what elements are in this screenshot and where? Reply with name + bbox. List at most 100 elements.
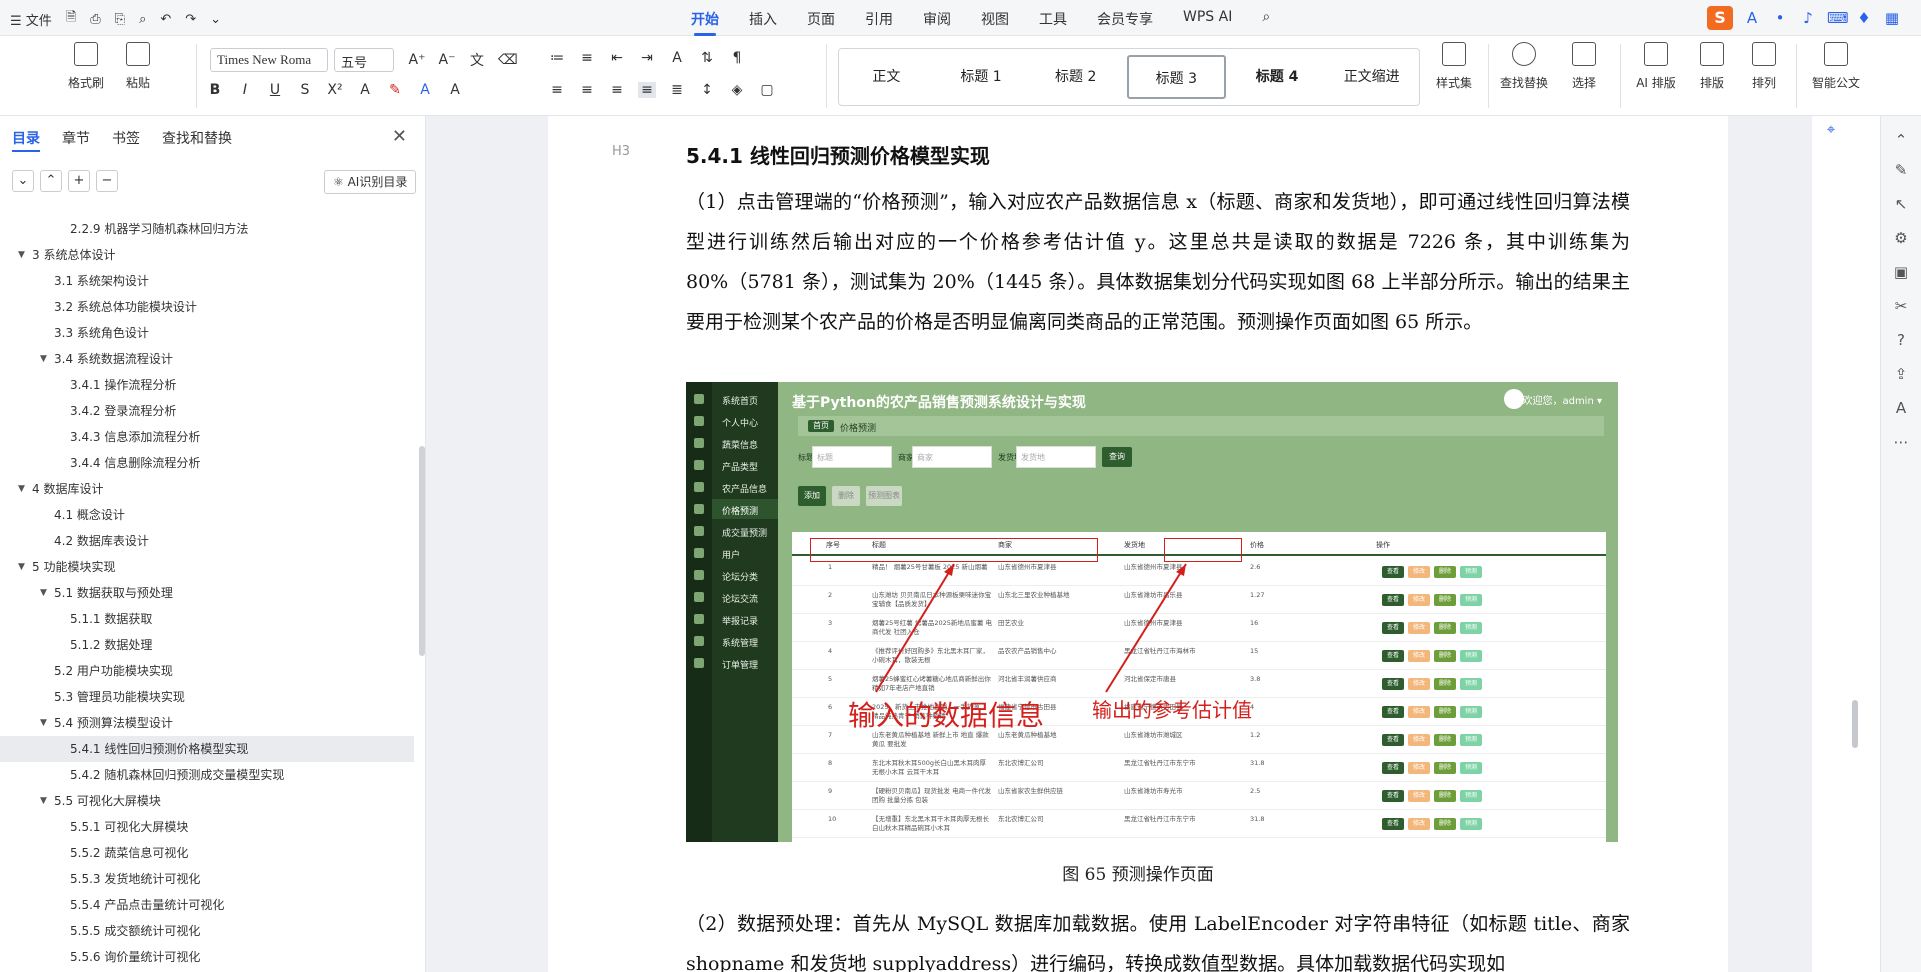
- toc-item[interactable]: 4.1 概念设计: [0, 502, 414, 528]
- undo-icon[interactable]: ↶: [160, 12, 171, 27]
- tab-3[interactable]: 引用: [850, 9, 908, 29]
- toc-item[interactable]: 3.4.1 操作流程分析: [0, 372, 414, 398]
- tools-icon[interactable]: ✂: [1891, 296, 1911, 316]
- toc-item[interactable]: ▼ 4 数据库设计: [0, 476, 414, 502]
- chinese-layout-icon[interactable]: A: [668, 50, 686, 66]
- tab-1[interactable]: 插入: [734, 9, 792, 29]
- find-replace-button[interactable]: 查找替换: [1496, 42, 1552, 91]
- chinese-input-icon[interactable]: A: [1743, 9, 1761, 27]
- figure-screenshot[interactable]: 系统首页 个人中心 蔬菜信息 产品类型 农产品信息 价格预测 成交量预测 用户 论坛分类 论坛交流…: [686, 382, 1618, 842]
- close-icon[interactable]: ✕: [392, 126, 407, 147]
- toc-toggle-icon[interactable]: ▼: [18, 476, 25, 502]
- border-icon[interactable]: ▢: [758, 82, 776, 98]
- toc-item[interactable]: 5.2 用户功能模块实现: [0, 658, 414, 684]
- bold-icon[interactable]: B: [206, 82, 224, 98]
- collapse-icon[interactable]: ⌄: [12, 170, 34, 192]
- translate-icon[interactable]: A: [1891, 398, 1911, 418]
- style-item-3[interactable]: 标题 3: [1127, 55, 1226, 99]
- microphone-icon[interactable]: ♪: [1799, 9, 1817, 27]
- tab-5[interactable]: 视图: [966, 9, 1024, 29]
- toc-item[interactable]: ▼ 5.4 预测算法模型设计: [0, 710, 414, 736]
- font-size-select[interactable]: 五号: [334, 48, 394, 72]
- chevron-down-icon[interactable]: ⌄: [210, 12, 221, 27]
- char-shading-icon[interactable]: A: [446, 82, 464, 98]
- toc-item[interactable]: 3.4.2 登录流程分析: [0, 398, 414, 424]
- toc-item[interactable]: 5.5.1 可视化大屏模块: [0, 814, 414, 840]
- toc-item[interactable]: 5.5.4 产品点击量统计可视化: [0, 892, 414, 918]
- justify-icon[interactable]: ≡: [638, 82, 656, 98]
- toc-toggle-icon[interactable]: ▼: [18, 242, 25, 268]
- punctuation-icon[interactable]: •: [1771, 9, 1789, 27]
- paragraph-1[interactable]: （1）点击管理端的“价格预测”，输入对应农产品数据信息 x（标题、商家和发货地）…: [686, 182, 1630, 342]
- toc-item[interactable]: 5.5.3 发货地统计可视化: [0, 866, 414, 892]
- toc-toggle-icon[interactable]: ▼: [40, 346, 47, 372]
- toc-item[interactable]: 5.3 管理员功能模块实现: [0, 684, 414, 710]
- add-icon[interactable]: +: [68, 170, 90, 192]
- tab-0[interactable]: 开始: [676, 9, 734, 36]
- keyboard-icon[interactable]: ⌨: [1827, 9, 1849, 27]
- toc-item[interactable]: 2.2.9 机器学习随机森林回归方法: [0, 216, 414, 242]
- tab-7[interactable]: 会员专享: [1082, 9, 1168, 29]
- tab-6[interactable]: 工具: [1024, 9, 1082, 29]
- edit-icon[interactable]: ✎: [1891, 160, 1911, 180]
- style-item-0[interactable]: 正文: [839, 55, 934, 99]
- highlight-icon[interactable]: ✎: [386, 82, 404, 98]
- sogou-ime-icon[interactable]: S: [1707, 6, 1733, 30]
- align-center-icon[interactable]: ≡: [578, 82, 596, 98]
- numbering-icon[interactable]: ≡: [578, 50, 596, 66]
- toc-item[interactable]: 3.3 系统角色设计: [0, 320, 414, 346]
- location-icon[interactable]: ⌖: [1818, 116, 1844, 142]
- style-item-5[interactable]: 正文缩进: [1324, 55, 1419, 99]
- toc-item[interactable]: 5.5.6 询价量统计可视化: [0, 944, 414, 970]
- underline-icon[interactable]: U: [266, 82, 284, 98]
- sort-icon[interactable]: ⇅: [698, 50, 716, 66]
- toc-item[interactable]: 5.1.1 数据获取: [0, 606, 414, 632]
- file-menu[interactable]: ☰ 文件: [10, 10, 52, 29]
- decrease-indent-icon[interactable]: ⇤: [608, 50, 626, 66]
- share-icon[interactable]: ⇪: [1891, 364, 1911, 384]
- tab-2[interactable]: 页面: [792, 9, 850, 29]
- toc-item[interactable]: 5.1.2 数据处理: [0, 632, 414, 658]
- grow-font-icon[interactable]: A⁺: [408, 52, 426, 68]
- shrink-font-icon[interactable]: A⁻: [438, 52, 456, 68]
- toc-item[interactable]: 3.4.3 信息添加流程分析: [0, 424, 414, 450]
- toolbox-icon[interactable]: ▦: [1883, 9, 1901, 27]
- smart-doc-button[interactable]: 智能公文: [1800, 42, 1872, 91]
- print-preview-icon[interactable]: ⌕: [139, 12, 146, 27]
- style-item-1[interactable]: 标题 1: [934, 55, 1029, 99]
- ai-layout-button[interactable]: AI 排版: [1628, 42, 1684, 91]
- toc-item[interactable]: ▼ 5 功能模块实现: [0, 554, 414, 580]
- section-heading[interactable]: 5.4.1 线性回归预测价格模型实现: [686, 140, 990, 169]
- style-item-2[interactable]: 标题 2: [1028, 55, 1123, 99]
- line-spacing-icon[interactable]: ↕: [698, 82, 716, 98]
- image-icon[interactable]: ▣: [1891, 262, 1911, 282]
- pointer-icon[interactable]: ↖: [1891, 194, 1911, 214]
- remove-icon[interactable]: −: [96, 170, 118, 192]
- redo-icon[interactable]: ↷: [185, 12, 196, 27]
- heading-marker[interactable]: H3: [612, 144, 630, 159]
- phonetic-icon[interactable]: 文: [468, 50, 486, 70]
- style-item-4[interactable]: 标题 4: [1230, 55, 1325, 99]
- strikethrough-icon[interactable]: S: [296, 82, 314, 98]
- font-color-icon[interactable]: A: [416, 82, 434, 98]
- tab-4[interactable]: 审阅: [908, 9, 966, 29]
- ai-toc-button[interactable]: ⚛ AI识别目录: [324, 170, 417, 194]
- search-icon[interactable]: ⌕: [1247, 9, 1285, 29]
- toc-item[interactable]: 5.4.2 随机森林回归预测成交量模型实现: [0, 762, 414, 788]
- toc-item[interactable]: ▼ 5.5 可视化大屏模块: [0, 788, 414, 814]
- paste-button[interactable]: 粘贴: [110, 42, 166, 91]
- nav-scrollbar[interactable]: [419, 446, 425, 656]
- style-set-button[interactable]: 样式集: [1426, 42, 1482, 91]
- italic-icon[interactable]: I: [236, 82, 254, 98]
- adjust-icon[interactable]: ⚙: [1891, 228, 1911, 248]
- shading-icon[interactable]: ◈: [728, 82, 746, 98]
- tab-8[interactable]: WPS AI: [1168, 9, 1247, 29]
- skin-icon[interactable]: ♦: [1855, 9, 1873, 27]
- toc-item[interactable]: 3.1 系统架构设计: [0, 268, 414, 294]
- print-icon[interactable]: ⎘: [115, 12, 125, 27]
- clear-format-icon[interactable]: ⌫: [498, 52, 518, 68]
- toc-item[interactable]: ▼ 5.1 数据获取与预处理: [0, 580, 414, 606]
- align-left-icon[interactable]: ≡: [548, 82, 566, 98]
- nav-tab-3[interactable]: 查找和替换: [162, 128, 232, 148]
- figure-caption[interactable]: 图 65 预测操作页面: [548, 860, 1728, 885]
